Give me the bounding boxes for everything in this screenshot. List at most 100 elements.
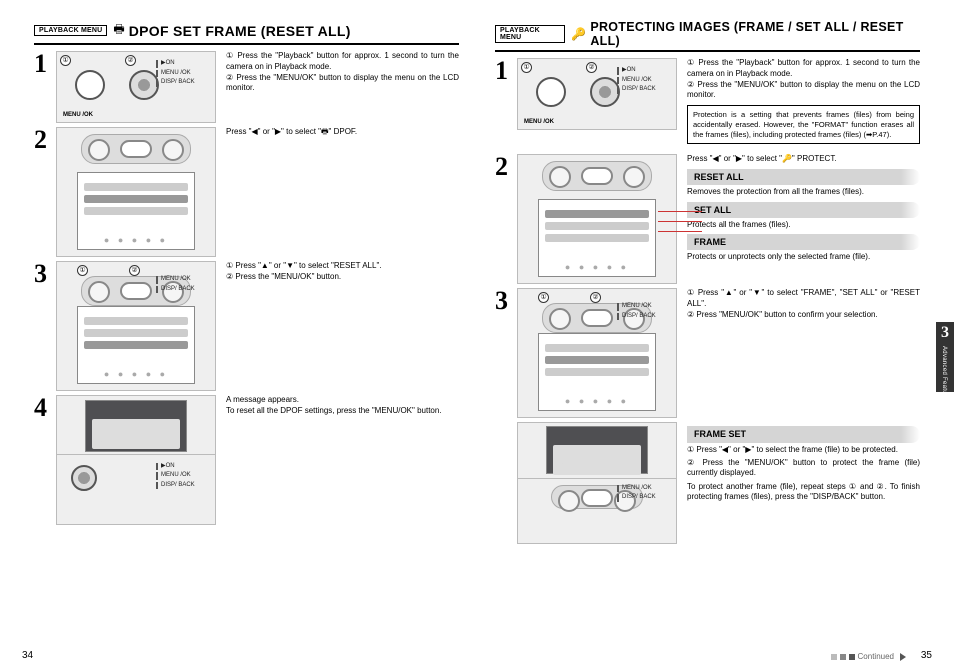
reset-all-text: Removes the protection from all the fram… [687, 187, 920, 197]
step-1: 1 ① ② ▶ON MENU /OK DISP/ BACK MENU /OK ①… [495, 58, 920, 150]
step4-text2: To reset all the DPOF settings, press th… [226, 406, 459, 417]
section-header-left: PLAYBACK MENU 🖶 DPOF SET FRAME (RESET AL… [34, 20, 459, 45]
callout-1: ① [60, 55, 71, 66]
camera-top-diagram: ① ② ▶ON MENU /OK DISP/ BACK MENU /OK [517, 58, 677, 130]
frame-set-text1: ① Press "◀" or "▶" to select the frame (… [687, 445, 920, 455]
frame-set-text2: ② Press the "MENU/OK" button to protect … [687, 458, 920, 479]
camera-lcd-diagram: OK MENU /OK DISP/ BACK [517, 422, 677, 544]
menu-label: MENU /OK [156, 472, 211, 480]
step-3: 3 ① ② MENU /OK DISP/ BACK ● ● ● ● ● [34, 261, 459, 391]
playback-menu-badge: PLAYBACK MENU [34, 25, 107, 36]
menu-button-icon [71, 465, 97, 491]
key-icon: 🔑 [571, 27, 586, 41]
step-number: 2 [495, 154, 517, 284]
frame-set-heading: FRAME SET [687, 426, 920, 442]
page-35: PLAYBACK MENU 🔑 PROTECTING IMAGES (FRAME… [477, 0, 954, 667]
camera-back-diagram: ● ● ● ● ● [56, 127, 216, 257]
menu-ok-caption: MENU /OK [524, 119, 554, 125]
callout-2: ② [129, 265, 140, 276]
dpad-icon [81, 134, 191, 164]
step-number: 1 [34, 51, 56, 123]
step3-text2: ② Press the "MENU/OK" button. [226, 272, 459, 283]
lcd-screen: ● ● ● ● ● [77, 306, 195, 384]
set-all-text: Protects all the frames (files). [687, 220, 920, 230]
step3-text1: ① Press "▲" or "▼" to select "RESET ALL"… [226, 261, 459, 272]
lcd-screen: ● ● ● ● ● [538, 199, 656, 277]
step1-text2: ② Press the "MENU/OK" button to display … [226, 73, 459, 95]
camera-back-diagram: ● ● ● ● ● [517, 154, 677, 284]
protection-note: Protection is a setting that prevents fr… [687, 105, 920, 144]
step-number: 3 [34, 261, 56, 391]
frame-text: Protects or unprotects only the selected… [687, 252, 920, 262]
step1-text1: ① Press the "Playback" button for approx… [687, 58, 920, 80]
playback-dial-icon [536, 77, 566, 107]
step4-text1: A message appears. [226, 395, 459, 406]
section-title: DPOF SET FRAME (RESET ALL) [129, 23, 351, 39]
step-number: 2 [34, 127, 56, 257]
on-label: ▶ON [156, 60, 211, 68]
leader-line [658, 231, 702, 232]
disp-label: DISP/ BACK [156, 79, 211, 87]
camera-lcd-diagram: OK ▶ON MENU /OK DISP/ BACK [56, 395, 216, 525]
callout-2: ② [590, 292, 601, 303]
playback-menu-badge: PLAYBACK MENU [495, 25, 565, 43]
disp-label: DISP/ BACK [617, 86, 672, 94]
continued-indicator: Continued [831, 652, 906, 661]
lcd-dark: OK [546, 426, 648, 474]
playback-dial-icon [75, 70, 105, 100]
camera-top-diagram: ① ② ▶ON MENU /OK DISP/ BACK MENU /OK [56, 51, 216, 123]
menu-label: MENU /OK [617, 77, 672, 85]
disp-label: DISP/ BACK [156, 286, 211, 294]
menu-label: MENU /OK [156, 70, 211, 78]
step1-text2: ② Press the "MENU/OK" button to display … [687, 80, 920, 102]
callout-2: ② [125, 55, 136, 66]
menu-label: MENU /OK [617, 303, 672, 311]
page-number: 34 [22, 650, 33, 661]
leader-line [658, 221, 702, 222]
menu-ok-caption: MENU /OK [63, 112, 93, 118]
menu-label: MENU /OK [156, 276, 211, 284]
step2-text: Press "◀" or "▶" to select "🔑" PROTECT. [687, 154, 920, 165]
chapter-number: 3 [936, 322, 954, 342]
callout-1: ① [77, 265, 88, 276]
dpad-icon [542, 161, 652, 191]
step3-text2: ② Press "MENU/OK" button to confirm your… [687, 310, 920, 321]
on-label: ▶ON [156, 463, 211, 471]
step-number [495, 422, 517, 544]
step2-text: Press "◀" or "▶" to select "🖶" DPOF. [226, 127, 459, 138]
menu-button-icon [129, 70, 159, 100]
disp-label: DISP/ BACK [617, 313, 672, 321]
step-2: 2 ● ● ● ● ● Press "◀" or "▶" to select "… [495, 154, 920, 284]
lcd-dark: OK [85, 400, 187, 452]
page-34: PLAYBACK MENU 🖶 DPOF SET FRAME (RESET AL… [0, 0, 477, 667]
section-title: PROTECTING IMAGES (FRAME / SET ALL / RES… [590, 20, 920, 48]
step3-text1: ① Press "▲" or "▼" to select "FRAME", "S… [687, 288, 920, 310]
callout-1: ① [521, 62, 532, 73]
frame-heading: FRAME [687, 234, 920, 250]
step-number: 4 [34, 395, 56, 525]
lcd-screen: ● ● ● ● ● [77, 172, 195, 250]
disp-label: DISP/ BACK [156, 482, 211, 490]
camera-back-diagram: ① ② MENU /OK DISP/ BACK ● ● ● ● ● [56, 261, 216, 391]
step-4: 4 OK ▶ON MENU /OK DISP/ BACK [34, 395, 459, 525]
step-2: 2 ● ● ● ● ● Press "◀" or "▶" to select "… [34, 127, 459, 257]
callout-2: ② [586, 62, 597, 73]
print-icon: 🖶 [113, 20, 124, 41]
menu-label: MENU /OK [617, 485, 672, 493]
chapter-label: Advanced Features [936, 342, 947, 403]
step-number: 3 [495, 288, 517, 418]
callout-1: ① [538, 292, 549, 303]
frame-set-text3: To protect another frame (file), repeat … [687, 482, 920, 503]
leader-line [658, 211, 702, 212]
step-number: 1 [495, 58, 517, 150]
on-label: ▶ON [617, 67, 672, 75]
step-3: 3 ① ② MENU /OK DISP/ BACK ● ● ● ● ● [495, 288, 920, 418]
page-number: 35 [921, 650, 932, 661]
disp-label: DISP/ BACK [617, 494, 672, 502]
lcd-screen: ● ● ● ● ● [538, 333, 656, 411]
chapter-tab: 3 Advanced Features [936, 322, 954, 392]
section-header-right: PLAYBACK MENU 🔑 PROTECTING IMAGES (FRAME… [495, 20, 920, 52]
arrow-right-icon [900, 653, 906, 661]
step1-text1: ① Press the "Playback" button for approx… [226, 51, 459, 73]
step-1: 1 ① ② ▶ON MENU /OK DISP/ BACK MENU /OK ①… [34, 51, 459, 123]
